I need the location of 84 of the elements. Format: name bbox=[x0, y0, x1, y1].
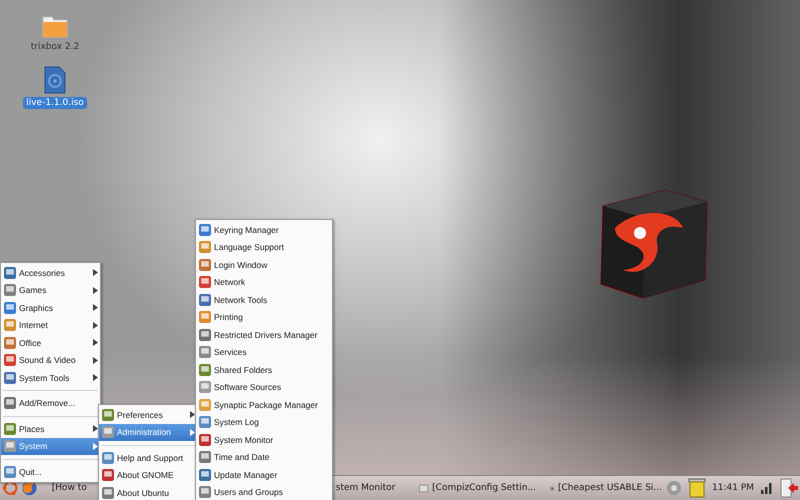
menu-item[interactable]: Keyring Manager bbox=[196, 221, 332, 238]
taskbar-window-button[interactable]: [How to bbox=[44, 478, 90, 498]
app-icon bbox=[4, 422, 16, 435]
submenu-arrow-icon bbox=[93, 356, 98, 364]
desktop-icon-label[interactable]: live-1.1.0.iso bbox=[23, 97, 87, 109]
app-icon bbox=[199, 258, 211, 271]
menu-item[interactable]: Administration bbox=[99, 424, 197, 441]
trash-icon[interactable] bbox=[688, 478, 706, 498]
app-icon bbox=[199, 381, 211, 394]
menu-item[interactable]: Add/Remove... bbox=[1, 394, 100, 412]
menu-item[interactable]: Internet bbox=[1, 316, 100, 334]
menu-item[interactable]: System Log bbox=[196, 414, 332, 431]
app-icon bbox=[199, 311, 211, 324]
app-icon bbox=[4, 466, 16, 478]
app-icon bbox=[4, 354, 16, 366]
menu-item[interactable]: System Tools bbox=[1, 369, 100, 386]
menu-item[interactable]: Login Window bbox=[196, 256, 332, 274]
disc-file-icon bbox=[44, 66, 66, 94]
app-icon bbox=[199, 364, 211, 376]
menu-item[interactable]: Restricted Drivers Manager bbox=[196, 326, 332, 344]
submenu-arrow-icon bbox=[93, 286, 98, 294]
app-icon bbox=[102, 408, 114, 421]
app-icon bbox=[4, 302, 16, 314]
menu-item[interactable]: Services bbox=[196, 344, 332, 361]
app-icon bbox=[4, 336, 16, 349]
app-icon bbox=[199, 398, 211, 411]
menu-item[interactable]: Time and Date bbox=[196, 448, 332, 466]
menu-item[interactable]: Graphics bbox=[1, 299, 100, 316]
app-icon bbox=[102, 426, 114, 438]
menu-item[interactable]: Update Manager bbox=[196, 466, 332, 484]
app-icon bbox=[199, 276, 211, 288]
app-icon bbox=[199, 451, 211, 464]
menu-item[interactable]: Preferences bbox=[99, 406, 197, 424]
folder-icon bbox=[42, 14, 68, 38]
app-icon bbox=[4, 397, 16, 410]
app-icon bbox=[199, 294, 211, 306]
app-icon bbox=[4, 440, 16, 452]
menu-item[interactable]: Office bbox=[1, 334, 100, 352]
logout-icon[interactable] bbox=[780, 478, 798, 498]
menu-item[interactable]: Games bbox=[1, 282, 100, 299]
menu-item[interactable]: Language Support bbox=[196, 238, 332, 256]
app-icon bbox=[199, 434, 211, 446]
menu-item[interactable]: About GNOME bbox=[99, 466, 197, 484]
app-icon bbox=[102, 469, 114, 482]
submenu-arrow-icon bbox=[93, 304, 98, 312]
app-icon bbox=[102, 452, 114, 464]
submenu-arrow-icon bbox=[93, 269, 98, 276]
app-icon bbox=[199, 224, 211, 236]
menu-item[interactable]: Accessories bbox=[1, 264, 100, 282]
menu-item[interactable]: Network bbox=[196, 274, 332, 291]
submenu-arrow-icon bbox=[190, 411, 195, 418]
submenu-arrow-icon bbox=[93, 322, 98, 329]
taskbar-window-button[interactable]: stem Monitor bbox=[332, 478, 410, 498]
desktop-icon-label[interactable]: trixbox 2.2 bbox=[28, 41, 82, 53]
menu-item[interactable]: System bbox=[1, 438, 100, 455]
app-icon bbox=[4, 319, 16, 332]
clock[interactable]: 11:41 PM bbox=[712, 483, 754, 493]
menu-item[interactable]: About Ubuntu bbox=[99, 484, 197, 500]
app-icon bbox=[199, 468, 211, 481]
app-icon bbox=[199, 328, 211, 341]
menu-item[interactable]: Help and Support bbox=[99, 449, 197, 466]
menu-item[interactable]: Users and Groups bbox=[196, 484, 332, 500]
menu-item[interactable]: Sound & Video bbox=[1, 352, 100, 369]
app-icon bbox=[199, 241, 211, 254]
menu-item[interactable]: Shared Folders bbox=[196, 361, 332, 378]
window-icon bbox=[419, 484, 428, 492]
app-icon bbox=[4, 284, 16, 296]
menu-item[interactable]: Quit... bbox=[1, 463, 100, 480]
submenu-arrow-icon bbox=[93, 425, 98, 432]
submenu-arrow-icon bbox=[93, 339, 98, 346]
taskbar-window-button[interactable]: [Cheapest USABLE Si... bbox=[546, 478, 666, 498]
menu-item[interactable]: Places bbox=[1, 420, 100, 438]
menu-item[interactable]: Synaptic Package Manager bbox=[196, 396, 332, 414]
app-icon bbox=[199, 346, 211, 358]
app-icon bbox=[199, 416, 211, 428]
taskbar-window-button[interactable]: [CompizConfig Settin... bbox=[415, 478, 540, 498]
menu-item[interactable]: System Monitor bbox=[196, 431, 332, 448]
menu-item[interactable]: Software Sources bbox=[196, 378, 332, 396]
signal-bars-icon[interactable] bbox=[760, 481, 774, 495]
menu-item[interactable]: Network Tools bbox=[196, 291, 332, 308]
app-icon bbox=[4, 266, 16, 279]
submenu-arrow-icon bbox=[93, 374, 98, 382]
menu-item[interactable]: Printing bbox=[196, 308, 332, 326]
app-icon bbox=[4, 372, 16, 384]
